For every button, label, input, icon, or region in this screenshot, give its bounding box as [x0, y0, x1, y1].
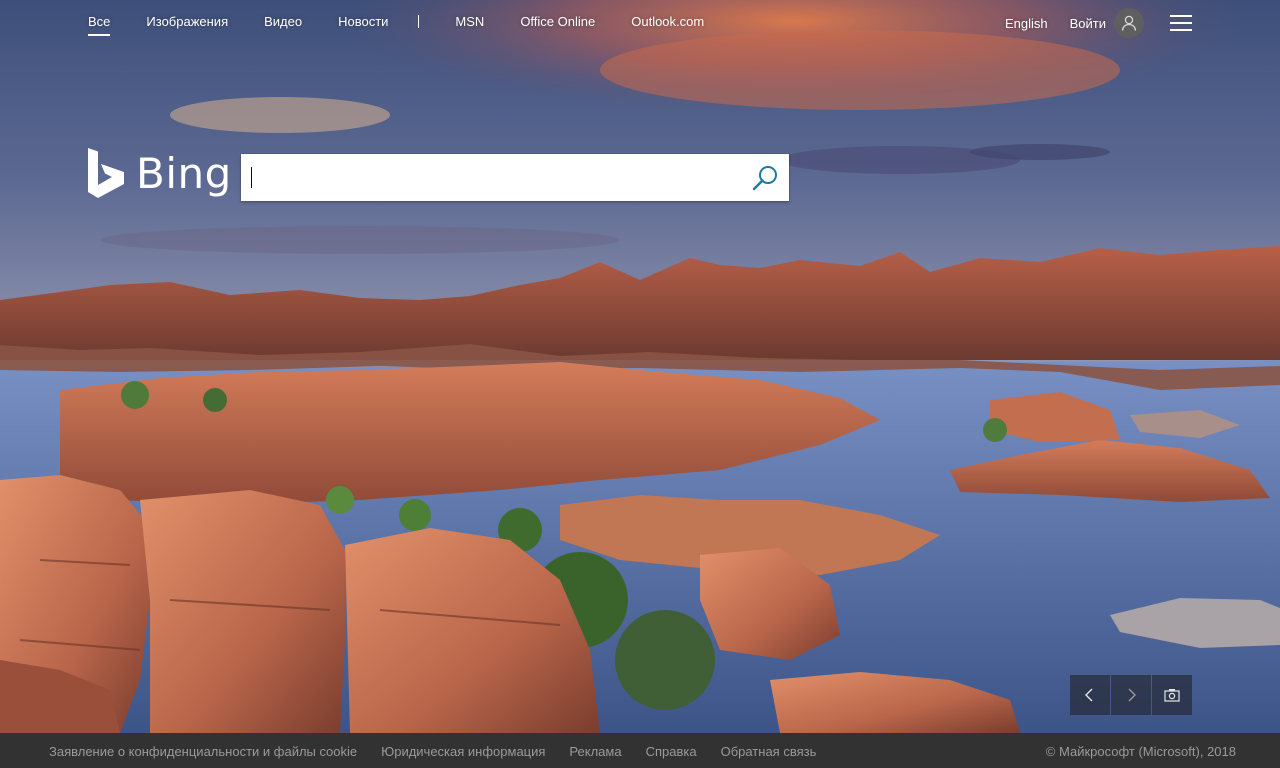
menu-icon[interactable] [1170, 15, 1192, 31]
search-button[interactable] [751, 164, 779, 192]
help-link[interactable]: Справка [646, 744, 697, 759]
link-msn[interactable]: MSN [455, 14, 484, 29]
tab-all[interactable]: Все [88, 14, 111, 36]
logo-text: Bing [136, 148, 232, 198]
privacy-cookies-link[interactable]: Заявление о конфиденциальности и файлы c… [49, 744, 357, 759]
chevron-left-icon [1085, 688, 1093, 702]
search-input[interactable] [249, 154, 739, 201]
search-icon [752, 166, 777, 191]
scope-tabs: Все Изображения Видео Новости MSN Office… [88, 14, 740, 36]
feedback-link[interactable]: Обратная связь [721, 744, 817, 759]
top-navigation: Все Изображения Видео Новости MSN Office… [0, 0, 1280, 46]
search-box [241, 154, 789, 201]
link-office-online[interactable]: Office Online [520, 14, 595, 29]
camera-icon [1164, 689, 1180, 702]
advertise-link[interactable]: Реклама [569, 744, 621, 759]
legal-link[interactable]: Юридическая информация [381, 744, 545, 759]
sign-in-link[interactable]: Войти [1070, 16, 1106, 31]
account-area: English Войти [1005, 8, 1192, 38]
bing-logo[interactable]: Bing [88, 148, 232, 198]
nav-divider [418, 15, 420, 28]
image-info-button[interactable] [1152, 675, 1192, 715]
copyright-text: © Майкрософт (Microsoft), 2018 [1045, 744, 1236, 759]
tab-videos[interactable]: Видео [264, 14, 302, 29]
language-link[interactable]: English [1005, 16, 1048, 31]
chevron-right-icon [1128, 688, 1136, 702]
user-avatar-icon[interactable] [1114, 8, 1144, 38]
footer: Заявление о конфиденциальности и файлы c… [0, 733, 1280, 768]
bing-logo-icon [88, 148, 124, 198]
link-outlook[interactable]: Outlook.com [631, 14, 704, 29]
previous-image-button[interactable] [1070, 675, 1110, 715]
tab-news[interactable]: Новости [338, 14, 388, 29]
footer-links: Заявление о конфиденциальности и файлы c… [49, 744, 840, 759]
background-image [0, 0, 1280, 733]
text-caret [251, 167, 252, 188]
next-image-button[interactable] [1111, 675, 1151, 715]
image-navigation [1070, 675, 1193, 715]
tab-images[interactable]: Изображения [146, 14, 228, 29]
